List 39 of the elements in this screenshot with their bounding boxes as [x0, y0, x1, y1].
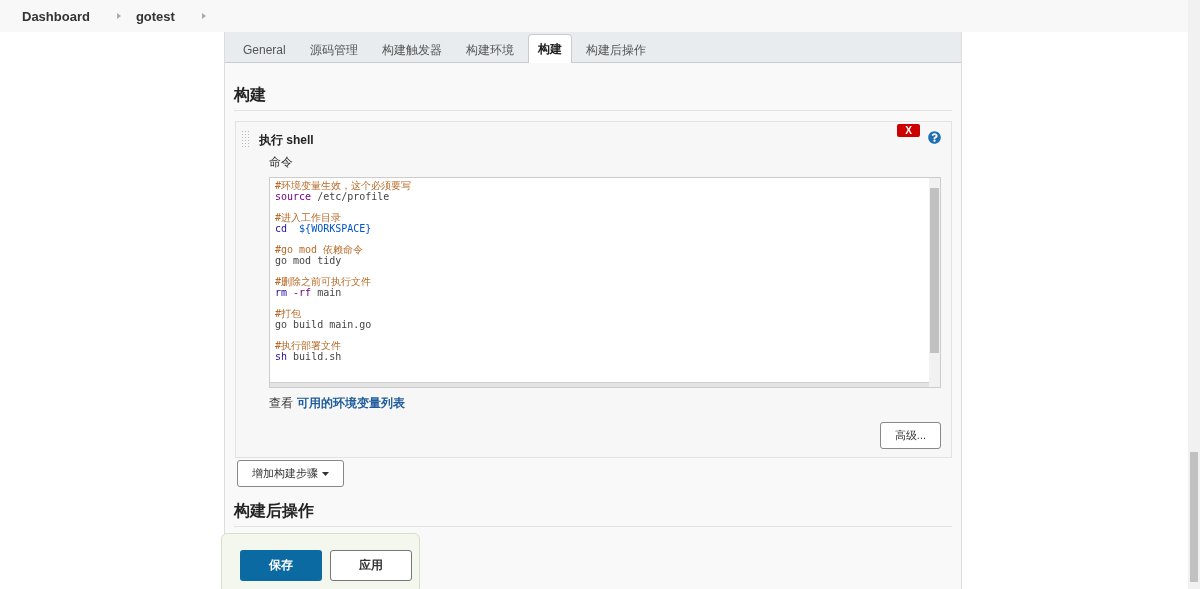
tab[interactable]: 源码管理: [299, 36, 368, 63]
code-line: rm -rf main: [275, 287, 343, 298]
resize-handle[interactable]: [270, 382, 929, 387]
help-icon[interactable]: [928, 131, 941, 144]
field-label: 命令: [269, 154, 294, 171]
delete-button[interactable]: X: [897, 124, 920, 137]
breadcrumb-link[interactable]: Dashboard: [22, 8, 90, 24]
code-comment: #执行部署文件: [275, 340, 343, 351]
save-button[interactable]: 保存: [240, 550, 322, 581]
tab[interactable]: 构建触发器: [371, 36, 452, 63]
command-field[interactable]: #环境变量生效，这个必须要写 source /etc/profile #进入工作目录 cd ${WORKSPACE} #go mod 依赖命令 go mod tidy #删除之前可执行文件 rm -rf main #打包 go build main.go #执行部署文件 sh build.sh: [269, 177, 941, 388]
apply-button[interactable]: 应用: [330, 550, 412, 581]
code-line: cd ${WORKSPACE}: [275, 223, 373, 234]
section-heading: 构建后操作: [234, 501, 952, 527]
code-comment: #进入工作目录: [275, 212, 343, 223]
add-step-button[interactable]: 增加构建步骤: [237, 460, 344, 487]
code-comment: #环境变量生效，这个必须要写: [275, 180, 413, 191]
section-heading: 构建: [234, 85, 952, 111]
code-line: go mod tidy: [275, 255, 343, 266]
chevron-icon: [115, 12, 122, 20]
page-scrollbar[interactable]: [1188, 0, 1200, 589]
tab[interactable]: General: [233, 36, 296, 63]
code-comment: #打包: [275, 308, 303, 319]
scrollbar[interactable]: [929, 178, 940, 387]
code-line: source /etc/profile: [275, 191, 391, 202]
code-line: sh build.sh: [275, 351, 343, 362]
caret-icon: [322, 471, 329, 476]
step-title: 执行 shell: [259, 132, 314, 149]
code-line: go build main.go: [275, 319, 373, 330]
breadcrumb-link[interactable]: gotest: [135, 8, 175, 24]
code-comment: #删除之前可执行文件: [275, 276, 373, 287]
hint-text: 查看: [269, 395, 293, 412]
tab[interactable]: 构建后操作: [575, 36, 656, 63]
tab[interactable]: 构建: [527, 34, 572, 63]
chevron-icon: [200, 12, 207, 20]
tab[interactable]: 构建环境: [455, 36, 524, 63]
code-comment: #go mod 依赖命令: [275, 244, 365, 255]
advanced-button[interactable]: 高级...: [879, 422, 941, 449]
env-vars-link[interactable]: 可用的环境变量列表: [297, 395, 405, 412]
